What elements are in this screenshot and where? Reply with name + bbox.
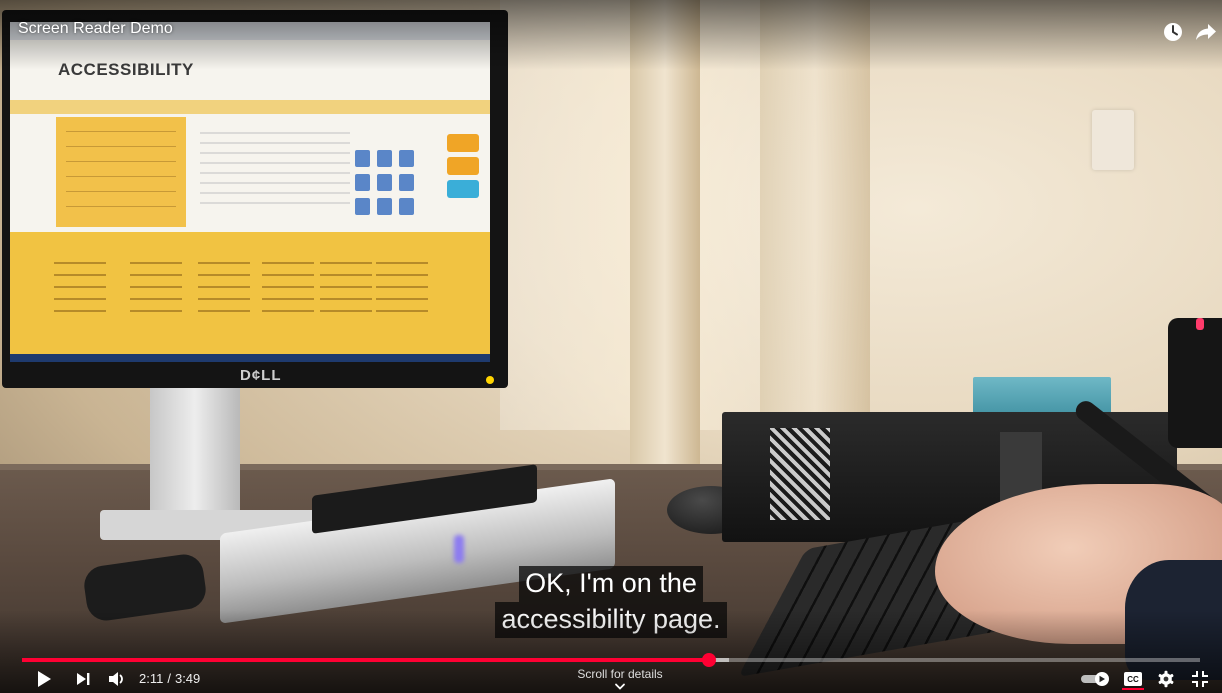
caption-line-1: OK, I'm on the [519, 566, 703, 602]
chevron-down-icon[interactable] [612, 683, 628, 691]
settings-button[interactable] [1156, 668, 1176, 690]
site-footer [10, 232, 490, 362]
site-side-button [447, 157, 479, 175]
site-band [10, 100, 490, 114]
accessibility-tile [399, 174, 414, 191]
accessibility-tile [355, 150, 370, 167]
volume-icon [109, 672, 123, 686]
progress-played [22, 658, 709, 662]
progress-bar[interactable] [22, 653, 1200, 667]
accessibility-tile [377, 150, 392, 167]
current-time: 2:11 [139, 671, 164, 686]
accessibility-tile [355, 174, 370, 191]
site-side-button [447, 134, 479, 152]
play-button[interactable] [34, 668, 54, 690]
next-button[interactable] [73, 668, 93, 690]
wall-pillar [630, 0, 700, 470]
autoplay-toggle[interactable] [1080, 668, 1112, 690]
scroll-for-details[interactable]: Scroll for details [560, 667, 680, 681]
tower-sticker [770, 428, 830, 520]
duration: 3:49 [174, 671, 201, 686]
play-icon [38, 671, 51, 687]
captions-button[interactable]: CC [1122, 668, 1144, 690]
accessibility-tile [377, 174, 392, 191]
captions-active-indicator [1122, 688, 1144, 690]
site-side-menu [56, 117, 186, 227]
monitor-stand [150, 388, 240, 528]
phone-led [1196, 318, 1204, 330]
video-title[interactable]: Screen Reader Demo [18, 20, 173, 38]
desk-phone [1168, 318, 1222, 448]
monitor-power-led [486, 376, 494, 384]
monitor-brand-logo: D¢LL [240, 367, 282, 384]
volume-button[interactable] [106, 668, 128, 690]
site-side-button [447, 180, 479, 198]
top-gradient [0, 0, 1222, 70]
exit-fullscreen-icon [1192, 671, 1208, 687]
os-taskbar [10, 354, 490, 362]
share-button[interactable] [1195, 21, 1217, 43]
monitor-screen: ACCESSIBILITY [10, 22, 490, 362]
exit-fullscreen-button[interactable] [1190, 668, 1210, 690]
time-display: 2:11/3:49 [137, 671, 202, 686]
settings-gear-icon [1158, 670, 1174, 688]
wall-pillar [760, 0, 870, 470]
accessibility-tile [399, 198, 414, 215]
site-content-text [200, 132, 350, 212]
wall-switch [1092, 110, 1134, 170]
accessibility-tile [355, 198, 370, 215]
video-player[interactable]: ACCESSIBILITY [0, 0, 1222, 693]
share-icon [1196, 24, 1216, 40]
svg-text:CC: CC [1127, 675, 1139, 684]
next-icon [77, 673, 90, 685]
clock-icon [1164, 23, 1182, 41]
time-separator: / [167, 671, 171, 686]
watch-later-button[interactable] [1162, 21, 1184, 43]
autoplay-toggle-icon [1081, 672, 1109, 686]
accessibility-tile [377, 198, 392, 215]
speaker-led [454, 535, 464, 563]
accessibility-tile [399, 150, 414, 167]
captions-icon: CC [1124, 672, 1142, 686]
progress-scrubber[interactable] [701, 653, 716, 667]
